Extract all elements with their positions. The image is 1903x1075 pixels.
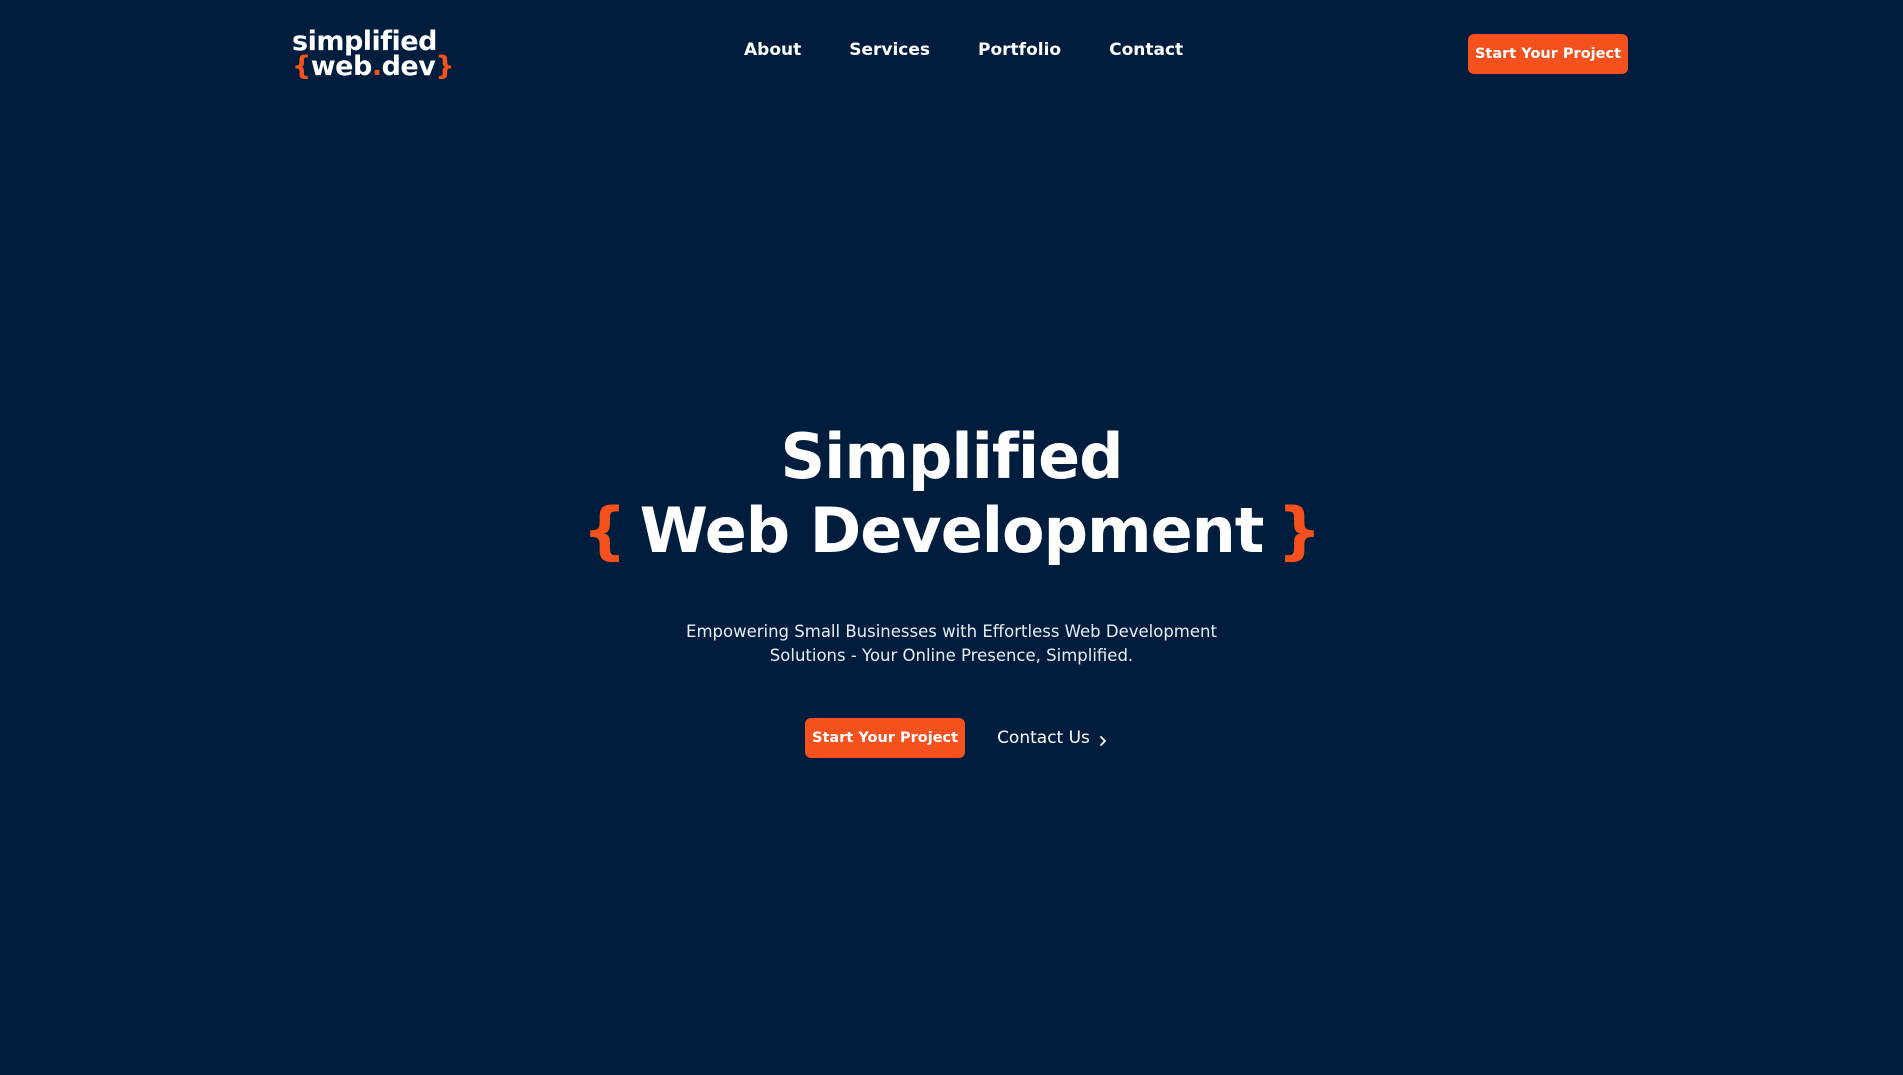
hero-subtitle-line-2: Solutions - Your Online Presence, Simpli… (769, 646, 1134, 665)
nav-link-about[interactable]: About (744, 40, 801, 60)
page: simplified { web . dev } About Services … (0, 0, 1903, 1075)
hero-close-brace: } (1277, 494, 1321, 567)
logo-open-brace: { (292, 51, 311, 82)
logo-tld: dev (381, 51, 436, 82)
hero-title-line-1: Simplified (780, 420, 1123, 493)
hero-start-project-button[interactable]: Start Your Project (805, 718, 966, 758)
hero-section: Simplified { Web Development } Empowerin… (0, 420, 1903, 758)
logo-word: web (310, 51, 373, 82)
nav-link-portfolio[interactable]: Portfolio (978, 40, 1061, 60)
hero-title-line-2: { Web Development } (0, 494, 1903, 568)
nav-link-services[interactable]: Services (849, 40, 930, 60)
main-nav: About Services Portfolio Contact (744, 40, 1183, 60)
hero-title-text: Web Development (639, 494, 1265, 567)
logo-dot: . (371, 51, 382, 82)
contact-us-label: Contact Us (997, 728, 1090, 748)
hero-subtitle-line-1: Empowering Small Businesses with Effortl… (686, 622, 1217, 641)
site-logo[interactable]: simplified { web . dev } (292, 28, 455, 82)
hero-actions: Start Your Project Contact Us (0, 718, 1903, 758)
chevron-right-icon (1098, 732, 1108, 746)
header-start-project-button[interactable]: Start Your Project (1468, 34, 1628, 74)
hero-subtitle: Empowering Small Businesses with Effortl… (672, 620, 1232, 668)
logo-line-2: { web . dev } (292, 51, 455, 82)
hero-contact-us-link[interactable]: Contact Us (997, 728, 1108, 748)
site-header: simplified { web . dev } About Services … (0, 0, 1903, 108)
hero-open-brace: { (582, 494, 626, 567)
nav-link-contact[interactable]: Contact (1109, 40, 1183, 60)
logo-close-brace: } (435, 51, 455, 82)
